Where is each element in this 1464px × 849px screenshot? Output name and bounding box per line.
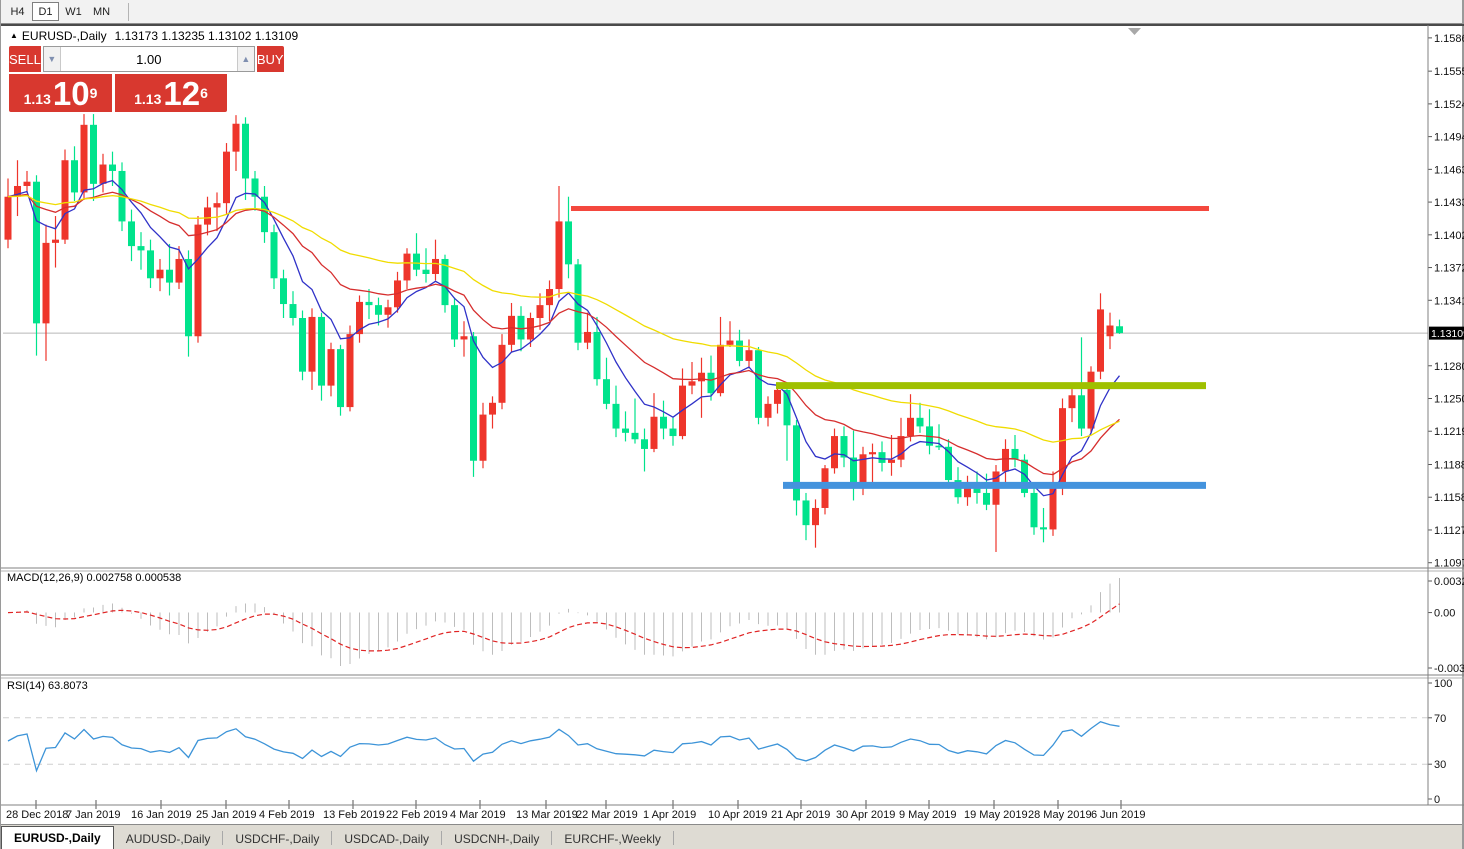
date-label: 22 Feb 2019 bbox=[386, 809, 448, 821]
date-label: 22 Mar 2019 bbox=[576, 809, 638, 821]
volume-increase-button[interactable]: ▲ bbox=[237, 47, 254, 71]
chart-ohlc-values: 1.13173 1.13235 1.13102 1.13109 bbox=[115, 29, 299, 43]
macd-tick-label: -0.003659 bbox=[1434, 663, 1464, 675]
sell-price-base: 1.13 bbox=[24, 89, 51, 109]
rsi-tick-label: 30 bbox=[1434, 759, 1446, 771]
moving-average-45 bbox=[8, 196, 1120, 443]
price-tick-label: 1.14025 bbox=[1434, 230, 1464, 242]
buy-price-point: 6 bbox=[200, 74, 208, 112]
chart-shift-marker-icon[interactable] bbox=[1128, 28, 1141, 35]
volume-input[interactable] bbox=[61, 47, 237, 71]
buy-button[interactable]: BUY bbox=[257, 46, 284, 72]
price-tick-label: 1.11885 bbox=[1434, 460, 1464, 472]
symbol-tab-usdchfdaily[interactable]: USDCHF-,Daily bbox=[223, 828, 331, 849]
date-label: 4 Mar 2019 bbox=[450, 809, 506, 821]
chevron-up-icon: ▲ bbox=[241, 54, 250, 64]
price-tick-label: 1.13415 bbox=[1434, 295, 1464, 307]
rsi-tick-label: 0 bbox=[1434, 794, 1440, 806]
macd-indicator-label: MACD(12,26,9) 0.002758 0.000538 bbox=[7, 572, 181, 584]
sell-price-tile[interactable]: 1.13 10 9 bbox=[9, 74, 112, 112]
collapse-arrow-icon[interactable]: ▲ bbox=[10, 31, 18, 40]
volume-stepper: ▼ ▲ bbox=[43, 46, 255, 72]
rsi-tick-label: 70 bbox=[1434, 713, 1446, 725]
date-label: 19 May 2019 bbox=[964, 809, 1028, 821]
rsi-line bbox=[8, 722, 1120, 771]
date-label: 25 Jan 2019 bbox=[196, 809, 257, 821]
date-label: 6 Jun 2019 bbox=[1091, 809, 1145, 821]
macd-tick-label: 0.00 bbox=[1434, 608, 1455, 620]
tab-separator bbox=[673, 831, 674, 845]
timeframe-toolbar: H4D1W1MN bbox=[1, 0, 1462, 24]
price-tick-label: 1.12195 bbox=[1434, 426, 1464, 438]
price-tick-label: 1.14940 bbox=[1434, 132, 1464, 144]
date-label: 28 May 2019 bbox=[1028, 809, 1092, 821]
macd-signal-line bbox=[8, 604, 1120, 651]
symbol-tab-eurchfweekly[interactable]: EURCHF-,Weekly bbox=[552, 828, 672, 849]
buy-price-base: 1.13 bbox=[134, 89, 161, 109]
date-label: 9 May 2019 bbox=[899, 809, 956, 821]
price-tick-label: 1.15550 bbox=[1434, 66, 1464, 78]
date-label: 28 Dec 2018 bbox=[6, 809, 68, 821]
timeframe-button-h4[interactable]: H4 bbox=[4, 2, 31, 21]
current-price-value: 1.13109 bbox=[1431, 328, 1464, 340]
symbol-tab-usdcaddaily[interactable]: USDCAD-,Daily bbox=[332, 828, 441, 849]
price-tick-label: 1.15860 bbox=[1434, 33, 1464, 45]
symbol-tab-usdcnhdaily[interactable]: USDCNH-,Daily bbox=[442, 828, 551, 849]
date-label: 16 Jan 2019 bbox=[131, 809, 192, 821]
chart-title: ▲ EURUSD-,Daily 1.13173 1.13235 1.13102 1.… bbox=[10, 29, 298, 43]
chart-symbol-label: EURUSD-,Daily bbox=[22, 29, 107, 43]
macd-tick-label: 0.003287 bbox=[1434, 576, 1464, 588]
price-tick-label: 1.13720 bbox=[1434, 263, 1464, 275]
symbol-tab-audusddaily[interactable]: AUDUSD-,Daily bbox=[114, 828, 223, 849]
date-label: 10 Apr 2019 bbox=[708, 809, 767, 821]
rsi-indicator-label: RSI(14) 63.8073 bbox=[7, 680, 88, 692]
date-label: 13 Mar 2019 bbox=[516, 809, 578, 821]
date-label: 1 Apr 2019 bbox=[643, 809, 696, 821]
buy-price-pips: 12 bbox=[163, 79, 200, 109]
price-tick-label: 1.11580 bbox=[1434, 492, 1464, 504]
date-label: 13 Feb 2019 bbox=[323, 809, 385, 821]
toolbar-separator bbox=[128, 3, 129, 21]
date-label: 7 Jan 2019 bbox=[66, 809, 120, 821]
chevron-down-icon: ▼ bbox=[47, 54, 56, 64]
one-click-trading-panel: SELL ▼ ▲ BUY 1.13 10 9 1.13 12 6 bbox=[9, 46, 227, 112]
date-label: 21 Apr 2019 bbox=[771, 809, 830, 821]
timeframe-button-d1[interactable]: D1 bbox=[32, 2, 59, 21]
buy-price-tile[interactable]: 1.13 12 6 bbox=[115, 74, 227, 112]
date-label: 4 Feb 2019 bbox=[259, 809, 315, 821]
price-tick-label: 1.15245 bbox=[1434, 99, 1464, 111]
volume-decrease-button[interactable]: ▼ bbox=[44, 47, 61, 71]
price-tick-label: 1.12500 bbox=[1434, 393, 1464, 405]
rsi-tick-label: 100 bbox=[1434, 678, 1452, 690]
symbol-tab-bar: EURUSD-,DailyAUDUSD-,DailyUSDCHF-,DailyU… bbox=[1, 824, 1462, 849]
symbol-tab-eurusddaily[interactable]: EURUSD-,Daily bbox=[1, 826, 114, 849]
sell-button[interactable]: SELL bbox=[9, 46, 41, 72]
price-tick-label: 1.14635 bbox=[1434, 164, 1464, 176]
timeframe-button-mn[interactable]: MN bbox=[88, 2, 115, 21]
date-label: 30 Apr 2019 bbox=[836, 809, 895, 821]
price-tick-label: 1.14330 bbox=[1434, 197, 1464, 209]
timeframe-button-w1[interactable]: W1 bbox=[60, 2, 87, 21]
chart-canvas[interactable]: 1.15860 1.15550 1.15245 1.14940 1.14635 1.143… bbox=[1, 0, 1464, 849]
sell-price-pips: 10 bbox=[53, 79, 90, 109]
moving-average-8 bbox=[8, 181, 1120, 496]
terminal-window: H4D1W1MN 1.158601.155501.152451.149401.1… bbox=[0, 0, 1464, 849]
sell-price-point: 9 bbox=[90, 74, 98, 112]
price-tick-label: 1.11275 bbox=[1434, 525, 1464, 537]
price-tick-label: 1.12805 bbox=[1434, 361, 1464, 373]
